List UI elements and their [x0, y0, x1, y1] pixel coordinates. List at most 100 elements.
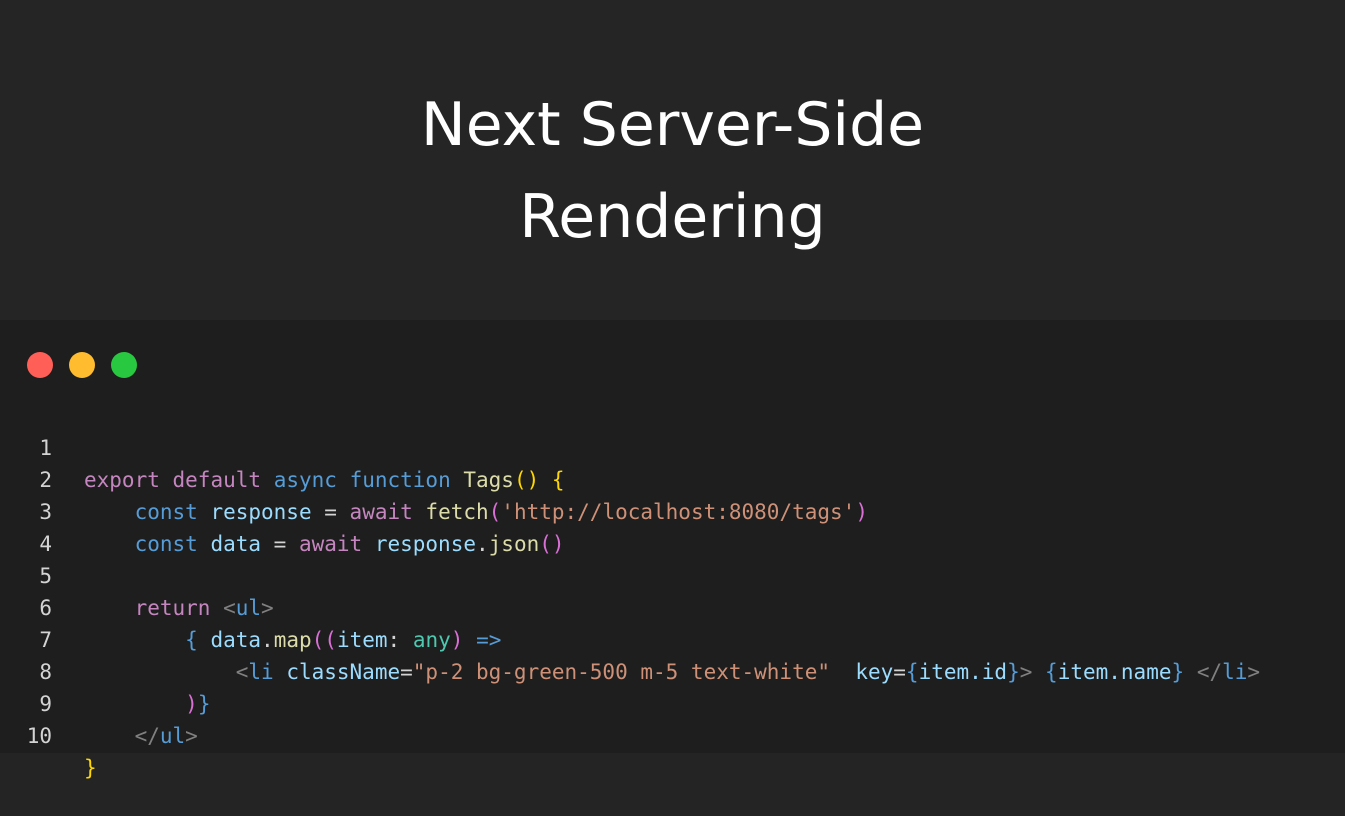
- code-text: export default async function Tags() {: [84, 464, 565, 496]
- code-text: <li className="p-2 bg-green-500 m-5 text…: [84, 656, 1260, 688]
- code-line: 8 )}: [0, 624, 210, 716]
- token-variable: response: [374, 532, 476, 556]
- code-line: 6 { data.map((item: any) =>: [0, 560, 501, 652]
- token-bracket: (): [513, 468, 540, 492]
- code-line: 1 export default async function Tags() {: [0, 400, 564, 492]
- minimize-dot-icon[interactable]: [69, 352, 95, 378]
- code-text: )}: [84, 688, 210, 720]
- code-text: }: [84, 752, 97, 784]
- window-controls: [27, 352, 137, 378]
- token-tag-bracket: >: [261, 596, 274, 620]
- token-string: "p-2 bg-green-500 m-5 text-white": [412, 660, 831, 684]
- token-punct: =: [400, 660, 413, 684]
- token-function: fetch: [425, 500, 489, 524]
- token-function: json: [488, 532, 540, 556]
- token-operator: =: [261, 532, 299, 556]
- token-variable: item.name: [1057, 660, 1172, 684]
- token-function: map: [273, 628, 312, 652]
- token-tag: li: [248, 660, 274, 684]
- token-type: any: [412, 628, 451, 652]
- slide: Next Server-Side Rendering 1 export defa…: [0, 0, 1345, 780]
- code-text: </ul>: [84, 720, 198, 752]
- token-function: Tags: [463, 468, 514, 492]
- token-variable: data: [210, 628, 262, 652]
- token-tag-bracket: >: [1247, 660, 1261, 684]
- token-attribute: key: [855, 660, 894, 684]
- token-tag-bracket: <: [235, 660, 249, 684]
- token-bracket: {: [905, 660, 919, 684]
- token-variable: item.id: [918, 660, 1008, 684]
- token-bracket: }: [84, 756, 97, 780]
- line-number: 10: [26, 724, 52, 748]
- code-text: const data = await response.json(): [84, 528, 565, 560]
- token-bracket: (: [488, 500, 502, 524]
- token-arrow: =>: [476, 628, 502, 652]
- token-keyword: function: [349, 468, 451, 492]
- code-line: 4: [0, 496, 76, 556]
- code-text: const response = await fetch('http://loc…: [84, 496, 868, 528]
- token-bracket: ((: [311, 628, 337, 652]
- code-text: { data.map((item: any) =>: [84, 624, 501, 656]
- token-bracket: (): [539, 532, 565, 556]
- token-tag: li: [1222, 660, 1248, 684]
- token-bracket: }: [197, 692, 211, 716]
- token-operator: =: [311, 500, 350, 524]
- token-tag: ul: [159, 724, 186, 748]
- token-bracket: ): [855, 500, 868, 524]
- close-dot-icon[interactable]: [27, 352, 53, 378]
- token-tag-bracket: </: [134, 724, 160, 748]
- token-punct: .: [261, 628, 274, 652]
- code-line: 7 <li className="p-2 bg-green-500 m-5 te…: [0, 592, 1260, 684]
- slide-title-line-1: Next Server-Side: [420, 90, 925, 160]
- code-line: 5 return <ul>: [0, 528, 273, 620]
- token-tag: ul: [235, 596, 262, 620]
- title-area: Next Server-Side Rendering: [0, 0, 1345, 320]
- token-tag-bracket: >: [1019, 660, 1033, 684]
- token-keyword: async: [273, 468, 337, 492]
- token-bracket: {: [185, 628, 198, 652]
- slide-title-line-2: Rendering: [519, 182, 826, 252]
- token-bracket: }: [1007, 660, 1020, 684]
- token-variable: item: [336, 628, 388, 652]
- token-tag-bracket: <: [223, 596, 236, 620]
- code-text: return <ul>: [84, 592, 274, 624]
- token-bracket: ): [450, 628, 464, 652]
- token-bracket: ): [185, 692, 198, 716]
- code-line: 2 const response = await fetch('http://l…: [0, 432, 868, 524]
- token-variable: data: [210, 532, 262, 556]
- token-punct: .: [476, 532, 489, 556]
- maximize-dot-icon[interactable]: [111, 352, 137, 378]
- token-tag-bracket: </: [1196, 660, 1223, 684]
- token-variable: response: [210, 500, 312, 524]
- token-attribute: className: [286, 660, 401, 684]
- code-line: 3 const data = await response.json(): [0, 464, 564, 556]
- token-tag-bracket: >: [185, 724, 198, 748]
- token-string: 'http://localhost:8080/tags': [501, 500, 856, 524]
- code-line: 9 </ul>: [0, 656, 197, 748]
- token-keyword: default: [172, 468, 262, 492]
- token-bracket: {: [1045, 660, 1058, 684]
- token-punct: =: [893, 660, 906, 684]
- code-line: 10 }: [0, 688, 97, 780]
